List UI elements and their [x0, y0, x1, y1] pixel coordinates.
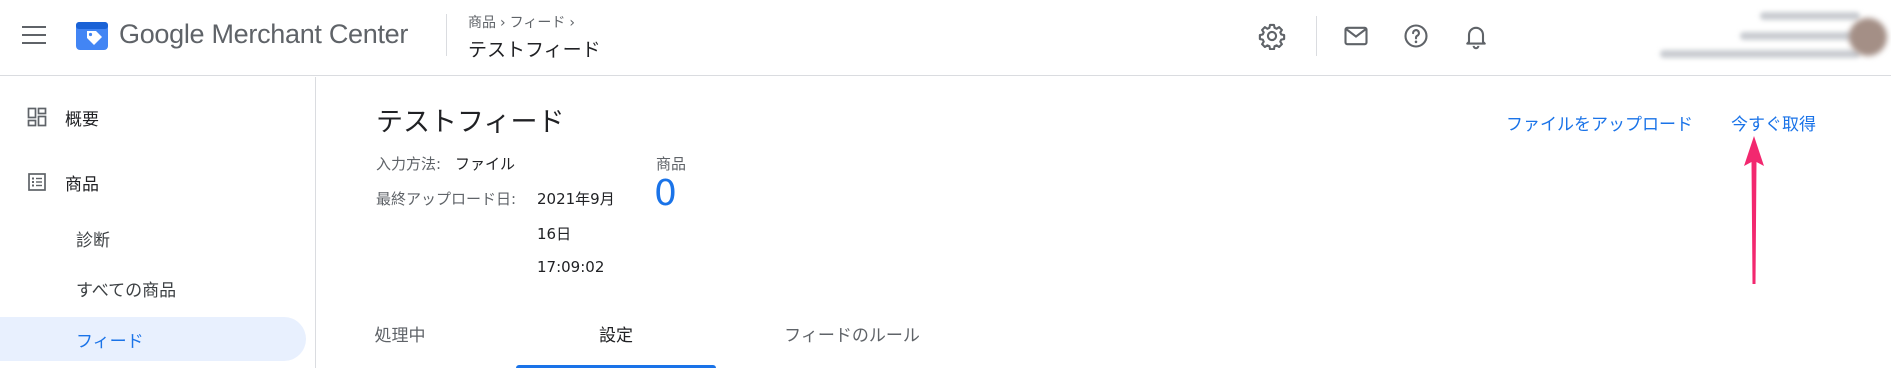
tab-label: 処理中: [374, 326, 426, 346]
sidebar-item-feeds[interactable]: フィード: [0, 317, 306, 361]
tab-processing[interactable]: 処理中: [317, 309, 483, 368]
sidebar-item-all-products[interactable]: すべての商品: [0, 266, 306, 310]
notifications-bell-icon[interactable]: [1462, 22, 1490, 50]
tab-settings[interactable]: 設定: [516, 309, 716, 368]
left-navigation: 概要 商品 診断 すべての商品 フィード: [0, 77, 316, 368]
last-upload-date: 2021年9月: [537, 190, 615, 208]
sidebar-item-label: フィード: [76, 332, 144, 352]
list-icon: [28, 173, 46, 191]
sidebar-item-label: 商品: [65, 175, 99, 195]
help-icon[interactable]: [1402, 22, 1430, 50]
last-upload-label: 最終アップロード日:: [376, 190, 517, 208]
annotation-arrow-icon: [1744, 136, 1764, 284]
sidebar-item-diagnostics[interactable]: 診断: [0, 216, 306, 260]
feed-title: テストフィード: [376, 107, 565, 138]
main-menu-icon[interactable]: [22, 26, 46, 46]
merchant-center-logo-icon: [76, 22, 108, 50]
app-brand-name[interactable]: Google Merchant Center: [119, 19, 408, 50]
products-label: 商品: [656, 155, 687, 173]
upload-file-button[interactable]: ファイルをアップロード: [1506, 110, 1693, 135]
settings-gear-icon[interactable]: [1258, 22, 1286, 50]
chevron-right-icon: ›: [569, 15, 575, 31]
breadcrumb: 商品 › フィード ›: [468, 12, 579, 32]
sidebar-item-overview[interactable]: 概要: [0, 95, 306, 139]
input-method-value: ファイル: [455, 155, 516, 173]
breadcrumb-item-feeds[interactable]: フィード: [510, 15, 566, 31]
products-count: 0: [654, 173, 677, 214]
account-info-blurred[interactable]: [1490, 6, 1860, 66]
tab-feed-rules[interactable]: フィードのルール: [737, 309, 967, 368]
last-upload-time: 17:09:02: [537, 258, 605, 276]
fetch-now-button[interactable]: 今すぐ取得: [1731, 110, 1816, 135]
mail-icon[interactable]: [1342, 22, 1370, 50]
main-content: テストフィード 入力方法: ファイル 最終アップロード日: 2021年9月 16…: [317, 77, 1891, 368]
header-icon-divider: [1316, 16, 1317, 56]
input-method-label: 入力方法:: [376, 155, 442, 173]
top-app-bar: Google Merchant Center 商品 › フィード › テストフィード: [0, 0, 1891, 76]
tab-label: 設定: [599, 326, 633, 346]
chevron-right-icon: ›: [500, 15, 506, 31]
breadcrumb-item-products[interactable]: 商品: [468, 15, 496, 31]
header-page-title: テストフィード: [468, 39, 601, 61]
avatar[interactable]: [1849, 18, 1887, 56]
feed-tabs: 処理中 設定 フィードのルール: [317, 309, 1891, 368]
brand-divider: [446, 14, 447, 56]
last-upload-day: 16日: [537, 225, 572, 243]
dashboard-icon: [27, 107, 47, 127]
sidebar-item-label: すべての商品: [76, 281, 177, 301]
tab-label: フィードのルール: [784, 326, 920, 346]
sidebar-item-label: 概要: [65, 110, 99, 130]
sidebar-item-label: 診断: [76, 231, 110, 251]
sidebar-item-products[interactable]: 商品: [0, 160, 306, 204]
